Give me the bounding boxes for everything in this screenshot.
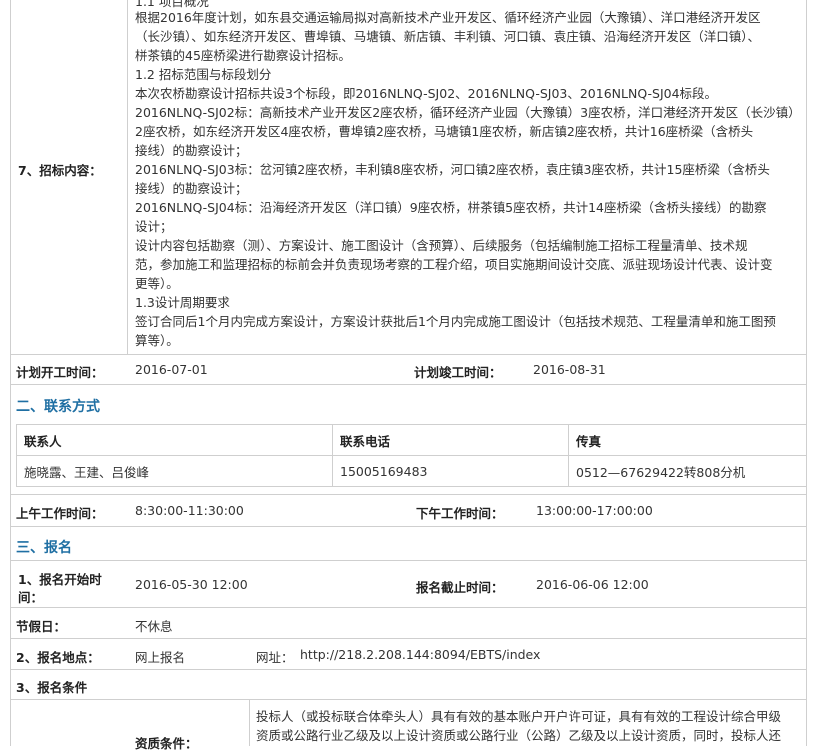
text-line: 更等）。 [135,276,179,291]
text-line: 2016NLNQ-SJ03标：岔河镇2座农桥，丰利镇8座农桥，河口镇2座农桥，袁… [135,162,770,177]
row-divider [10,669,806,670]
registration-url-label: 网址： [256,650,294,665]
contact-table: 联系人 联系电话 传真 施晓露、王建、吕俊峰 15005169483 0512—… [16,424,807,487]
contact-table-header: 联系人 联系电话 传真 [16,424,807,456]
contact-person-cell: 施晓露、王建、吕俊峰 [16,455,333,487]
plan-start-label: 计划开工时间： [16,365,104,380]
text-line: 2016NLNQ-SJ04标：沿海经济开发区（洋口镇）9座农桥，栟茶镇5座农桥，… [135,200,767,215]
row-divider [10,607,806,608]
text-line: （长沙镇）、如东经济开发区、曹埠镇、马塘镇、新店镇、丰利镇、河口镇、袁庄镇、沿海… [135,29,761,44]
registration-start-value: 2016-05-30 12:00 [135,577,248,592]
text-line: 1.3设计周期要求 [135,295,230,310]
text-line: 接线）的勘察设计； [135,143,248,158]
section-registration-heading: 三、报名 [16,540,72,556]
text-line: 签订合同后1个月内完成方案设计，方案设计获批后1个月内完成施工图设计（包括技术规… [135,314,776,329]
text-line: 栟茶镇的45座桥梁进行勘察设计招标。 [135,48,351,63]
contact-phone-cell: 15005169483 [332,455,569,487]
qualification-line: 资质或公路行业乙级及以上设计资质或公路行业（公路）乙级及以上设计资质，同时，投标… [256,728,782,743]
am-work-time-value: 8:30:00-11:30:00 [135,503,244,518]
col-divider-qual [249,699,250,746]
row-divider [10,526,806,527]
row-divider [10,354,806,355]
header-contact-person: 联系人 [16,424,333,456]
col-divider-intro [127,0,128,354]
holiday-value: 不休息 [135,619,173,634]
text-line: 算等）。 [135,333,179,348]
text-line: 2座农桥，如东经济开发区4座农桥，曹埠镇2座农桥，马塘镇1座农桥，新店镇2座农桥… [135,124,754,139]
pm-work-time-label: 下午工作时间： [416,506,504,521]
tender-content-label: 7、招标内容： [18,163,102,178]
text-line: 2016NLNQ-SJ02标：高新技术产业开发区2座农桥，循环经济产业园（大豫镇… [135,105,801,120]
registration-place-value: 网上报名 [135,650,186,665]
row-divider [10,560,806,561]
text-line: 本次农桥勘察设计招标共设3个标段，即2016NLNQ-SJ02、2016NLNQ… [135,86,718,101]
text-line: 接线）的勘察设计； [135,181,248,196]
section-contact-heading: 二、联系方式 [16,399,100,415]
registration-conditions-label: 3、报名条件 [16,680,88,695]
row-divider [10,638,806,639]
contact-fax-cell: 0512—67629422转808分机 [568,455,807,487]
text-line: 设计内容包括勘察（测）、方案设计、施工图设计（含预算）、后续服务（包括编制施工招… [135,238,748,253]
registration-start-label-cont: 间： [18,590,44,605]
text-line: 根据2016年度计划，如东县交通运输局拟对高新技术产业开发区、循环经济产业园（大… [135,10,761,25]
plan-end-label: 计划竣工时间： [414,365,502,380]
row-divider [10,384,806,385]
am-work-time-label: 上午工作时间： [16,506,104,521]
qualification-line: 投标人（或投标联合体牵头人）具有有效的基本账户开户许可证，具有有效的工程设计综合… [256,709,782,724]
registration-end-label: 报名截止时间： [416,580,504,595]
qualification-label: 资质条件： [135,736,198,751]
table-row: 施晓露、王建、吕俊峰 15005169483 0512—67629422转808… [16,455,807,487]
text-line: 范，参加施工和监理招标的标前会并负责现场考察的工程介绍，项目实施期间设计交底、派… [135,257,773,272]
registration-place-label: 2、报名地点： [16,650,100,665]
registration-start-label: 1、报名开始时 [18,572,102,587]
text-line: 设计； [135,219,173,234]
holiday-label: 节假日： [16,619,67,634]
plan-end-value: 2016-08-31 [533,362,606,377]
header-phone: 联系电话 [332,424,569,456]
header-fax: 传真 [568,424,807,456]
registration-url-link[interactable]: http://218.2.208.144:8094/EBTS/index [300,647,540,662]
registration-end-value: 2016-06-06 12:00 [536,577,649,592]
text-line: 1.2 招标范围与标段划分 [135,67,272,82]
row-divider [10,699,806,700]
plan-start-value: 2016-07-01 [135,362,208,377]
pm-work-time-value: 13:00:00-17:00:00 [536,503,653,518]
frame-left-border [10,0,11,746]
row-divider [10,494,806,495]
